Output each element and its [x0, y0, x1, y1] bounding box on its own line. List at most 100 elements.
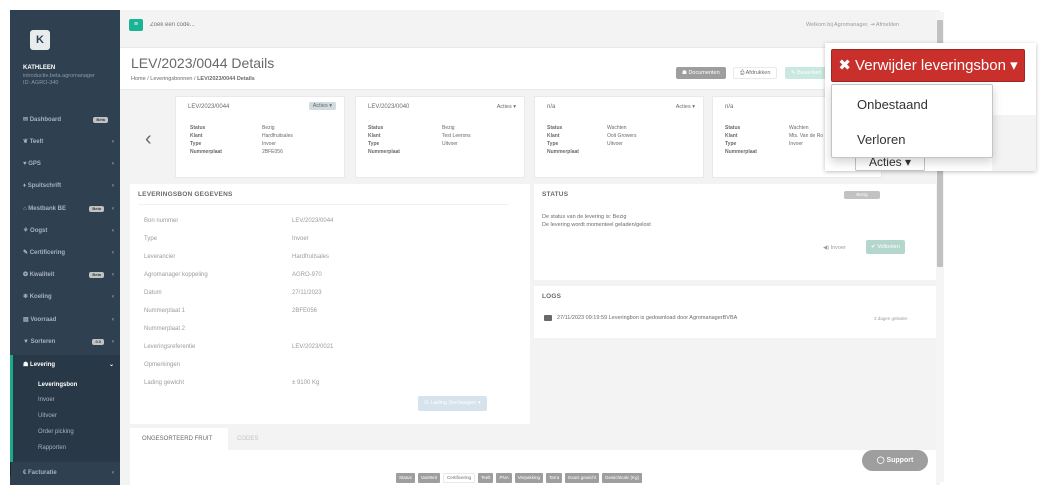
- filter-toggle[interactable]: Certificering: [442, 473, 475, 483]
- sidebar-subitem-leveringsbon[interactable]: Leveringsbon: [38, 382, 77, 388]
- panel-title: LEVERINGSBON GEGEVENS: [138, 191, 233, 198]
- card-key: Nummerplaat: [368, 149, 400, 155]
- sidebar-item-dashboard[interactable]: ✉ Dashboard Beta: [10, 109, 120, 131]
- chevron-left-icon: ‹: [112, 339, 114, 345]
- detail-key: Opmerkingen: [144, 362, 181, 368]
- detail-key: Lading gewicht: [144, 380, 185, 386]
- sidebar-item-koeling[interactable]: ❄ Koeling ‹: [10, 286, 120, 308]
- delivery-details-panel: LEVERINGSBON GEGEVENS Bon nummer LEV/202…: [130, 184, 530, 424]
- profile-id: ID: AGRO-340: [23, 80, 59, 86]
- card-value: Wachten: [607, 125, 627, 131]
- documents-button[interactable]: ☗ Documenten: [676, 67, 726, 79]
- filter-toggle[interactable]: PNA: [496, 473, 512, 483]
- card-key: Klant: [725, 133, 738, 139]
- chevron-left-icon: ‹: [112, 228, 114, 234]
- delivery-card[interactable]: n/a Acties ▾ Status Wachten Klant Ooit G…: [534, 96, 704, 178]
- card-title: n/a: [725, 104, 734, 110]
- tab-codes[interactable]: CODES: [235, 436, 260, 442]
- filter-toggle[interactable]: Variëteit: [417, 473, 440, 483]
- sidebar-item-voorraad[interactable]: ▤ Voorraad ‹: [10, 309, 120, 331]
- detail-value: Hardfruitsales: [292, 254, 330, 260]
- chevron-left-icon: ‹: [112, 139, 114, 145]
- delete-reason-menu: Onbestaand Verloren: [831, 84, 993, 158]
- logs-panel: LOGS 27/11/2023 09:19:59 Leveringbon is …: [534, 286, 936, 338]
- app-logo[interactable]: K: [30, 30, 50, 50]
- breadcrumb-leveringsbonnen[interactable]: Leveringsbonnen: [150, 76, 192, 82]
- search-input[interactable]: [150, 18, 350, 32]
- sidebar-item-spuitschrift[interactable]: ♦ Spuitschrift ‹: [10, 175, 120, 197]
- sidebar-item-label: ♦ Spuitschrift: [23, 183, 62, 189]
- sidebar-subitem-rapporten[interactable]: Rapporten: [38, 445, 66, 451]
- column-filters: Status Variëteit Certificering Teelt PNA…: [396, 473, 643, 483]
- menu-item-onbestaand[interactable]: Onbestaand: [857, 97, 928, 112]
- sidebar-item-oogst[interactable]: ⚘ Oogst ‹: [10, 220, 120, 242]
- sidebar-item-label: ☗ Levering: [23, 362, 56, 368]
- complete-button[interactable]: ✔ Voltooien: [866, 240, 905, 254]
- support-button[interactable]: ◯ Support: [862, 450, 928, 471]
- card-key: Type: [368, 141, 380, 147]
- topbar: ≡ Welkom bij Agromanager. ⇥ Afmelden: [120, 10, 940, 48]
- card-key: Klant: [190, 133, 203, 139]
- sidebar-subitem-order-picking[interactable]: Order picking: [38, 429, 74, 435]
- menu-item-verloren[interactable]: Verloren: [857, 132, 905, 147]
- breadcrumb-current: LEV/2023/0044 Details: [197, 76, 255, 82]
- card-key: Nummerplaat: [190, 149, 222, 155]
- print-button[interactable]: ⎙ Afdrukken: [733, 67, 778, 79]
- profile-name[interactable]: KATHLEEN: [23, 65, 55, 71]
- sidebar-item-kwaliteit[interactable]: ❂ Kwaliteit Beta ‹: [10, 264, 120, 286]
- card-actions-button[interactable]: Acties ▾: [497, 104, 516, 110]
- filter-toggle[interactable]: Exact gewicht: [565, 473, 600, 483]
- tab-unsorted-fruit[interactable]: ONGESORTEERD FRUIT: [140, 436, 214, 442]
- card-actions-button[interactable]: Acties ▾: [308, 102, 336, 110]
- delivery-card[interactable]: LEV/2023/0040 Acties ▾ Status Bezig Klan…: [355, 96, 525, 178]
- detail-value: 27/11/2023: [292, 290, 322, 296]
- detail-key: Type: [144, 236, 158, 242]
- filter-toggle[interactable]: Tarra: [546, 473, 563, 483]
- chevron-left-icon: ‹: [112, 294, 114, 300]
- sidebar-item-mestbank[interactable]: ⌂ Mestbank BE Beta ‹: [10, 198, 120, 220]
- sidebar-item-sorteren[interactable]: ▼ Sorteren 0.0 ‹: [10, 331, 120, 353]
- carousel-prev-icon[interactable]: ‹: [145, 128, 152, 151]
- delete-delivery-button[interactable]: ✖ Verwijder leveringsbon ▾: [831, 49, 1025, 82]
- filter-toggle[interactable]: Teelt: [477, 473, 494, 483]
- menu-toggle-icon[interactable]: ≡: [129, 19, 143, 31]
- card-title: LEV/2023/0044: [188, 104, 230, 110]
- detail-key: Bon nummer: [144, 218, 179, 224]
- sidebar: K KATHLEEN introductie.beta.agromanager …: [10, 10, 120, 485]
- sidebar-item-label: ♥ GPS: [23, 161, 41, 167]
- page-title: LEV/2023/0044 Details: [131, 55, 275, 71]
- detail-value: ± 9100 Kg: [292, 380, 320, 386]
- sidebar-item-label: ❂ Kwaliteit: [23, 272, 55, 278]
- sidebar-item-label: ❦ Teelt: [23, 139, 44, 145]
- card-key: Status: [725, 125, 741, 131]
- filter-toggle[interactable]: Status: [396, 473, 415, 483]
- sidebar-subitem-uitvoer[interactable]: Uitvoer: [38, 413, 57, 419]
- card-value: 2BFE056: [262, 149, 283, 155]
- detail-key: Leveringsreferentie: [144, 344, 196, 350]
- edit-button[interactable]: ✎ Bewerken: [785, 67, 830, 79]
- card-key: Nummerplaat: [725, 149, 757, 155]
- card-key: Type: [725, 141, 737, 147]
- card-value: Bezig: [442, 125, 455, 131]
- beta-badge: Beta: [93, 117, 108, 123]
- sidebar-item-facturatie[interactable]: € Facturatie ‹: [10, 462, 120, 484]
- invoer-button[interactable]: ◀) Invoer: [823, 245, 846, 251]
- sidebar-item-label: ▤ Voorraad: [23, 317, 57, 323]
- sidebar-item-certificering[interactable]: ✎ Certificering ‹: [10, 242, 120, 264]
- filter-toggle[interactable]: Gewichtcalc (Kg): [602, 473, 643, 483]
- card-value: Mts. Van de Ro: [789, 133, 824, 139]
- logout-link[interactable]: ⇥ Afmelden: [870, 22, 899, 28]
- chevron-left-icon: ‹: [112, 272, 114, 278]
- detail-value: LEV/2023/0044: [292, 218, 334, 224]
- lading-weigh-button[interactable]: ⚖ Lading (her)wegen ▾: [418, 396, 487, 411]
- sidebar-item-label: € Facturatie: [23, 470, 57, 476]
- filter-toggle[interactable]: Verpakking: [514, 473, 544, 483]
- sidebar-subitem-invoer[interactable]: Invoer: [38, 397, 55, 403]
- card-value: Test Leerons: [442, 133, 471, 139]
- chevron-down-icon: ⌄: [108, 362, 114, 368]
- sidebar-item-gps[interactable]: ♥ GPS ‹: [10, 153, 120, 175]
- breadcrumb-home[interactable]: Home: [131, 76, 146, 82]
- card-actions-button[interactable]: Acties ▾: [676, 104, 695, 110]
- delivery-card-current[interactable]: LEV/2023/0044 Acties ▾ Status Bezig Klan…: [175, 96, 345, 178]
- sidebar-item-teelt[interactable]: ❦ Teelt ‹: [10, 131, 120, 153]
